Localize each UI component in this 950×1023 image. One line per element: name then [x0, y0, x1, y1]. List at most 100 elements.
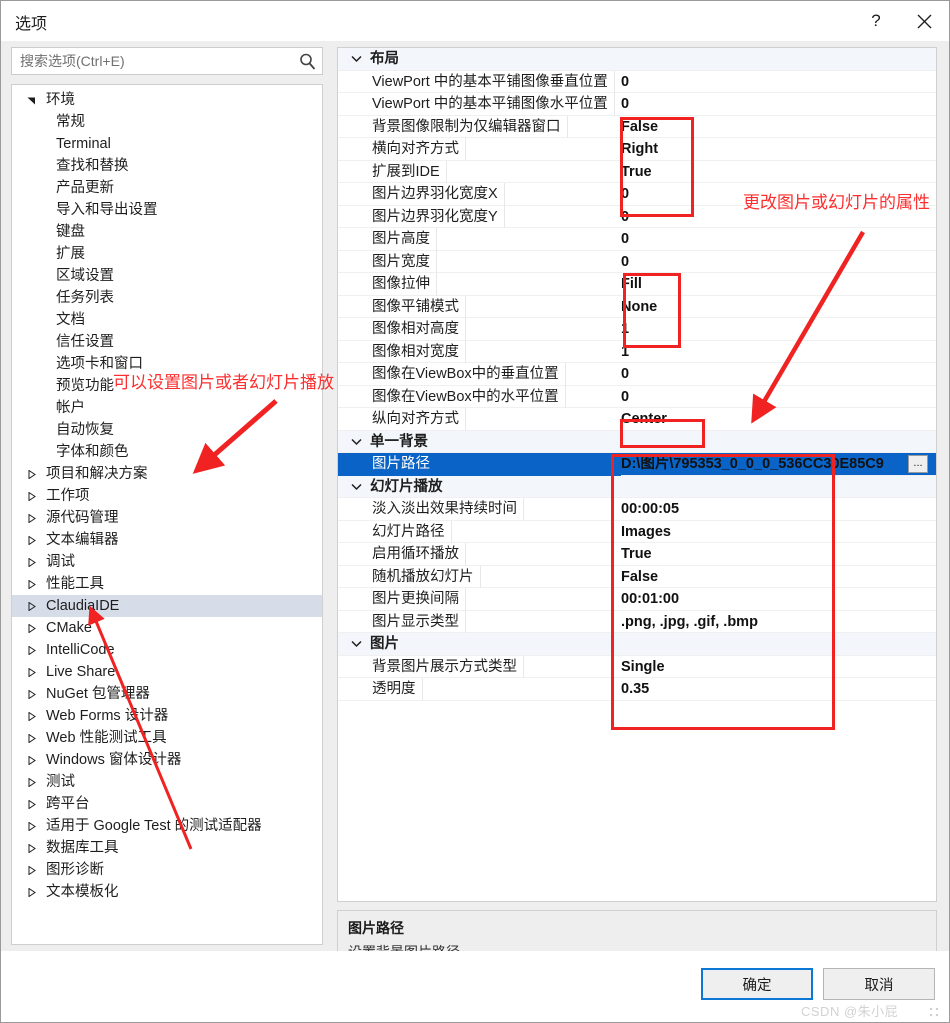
- sidebar-item[interactable]: 预览功能: [12, 375, 322, 397]
- property-value[interactable]: Images: [621, 521, 671, 544]
- sidebar-item[interactable]: 跨平台: [12, 793, 322, 815]
- chevron-right-icon[interactable]: [24, 815, 38, 837]
- property-value[interactable]: 0: [621, 251, 629, 274]
- property-value[interactable]: Right: [621, 138, 658, 161]
- property-row[interactable]: 淡入淡出效果持续时间 00:00:05: [338, 498, 936, 521]
- property-value[interactable]: 0: [621, 71, 629, 94]
- sidebar-item[interactable]: 选项卡和窗口: [12, 353, 322, 375]
- sidebar-item[interactable]: 常规: [12, 111, 322, 133]
- property-row[interactable]: 启用循环播放 True: [338, 543, 936, 566]
- help-icon[interactable]: ?: [853, 1, 899, 41]
- sidebar-item[interactable]: 自动恢复: [12, 419, 322, 441]
- property-value[interactable]: 0.35: [621, 678, 649, 701]
- property-row[interactable]: 图片显示类型 .png, .jpg, .gif, .bmp: [338, 610, 936, 634]
- property-value[interactable]: True: [621, 543, 652, 566]
- property-row[interactable]: 图像在ViewBox中的水平位置 0: [338, 385, 936, 409]
- property-category-row[interactable]: 布局: [338, 48, 936, 71]
- chevron-right-icon[interactable]: [24, 617, 38, 639]
- chevron-right-icon[interactable]: [24, 793, 38, 815]
- property-grid[interactable]: 布局 ViewPort 中的基本平铺图像垂直位置 0 ViewPort 中的基本平铺图…: [337, 47, 937, 902]
- property-row[interactable]: 图片路径 D:\图片\795353_0_0_0_536CC30E85C9...: [338, 453, 936, 476]
- sidebar-item[interactable]: 扩展: [12, 243, 322, 265]
- chevron-down-icon[interactable]: [348, 431, 364, 454]
- chevron-right-icon[interactable]: [24, 463, 38, 485]
- property-value[interactable]: 0: [621, 93, 629, 116]
- property-value[interactable]: 0: [621, 386, 629, 409]
- property-row[interactable]: 幻灯片路径 Images: [338, 520, 936, 544]
- sidebar-item[interactable]: 导入和导出设置: [12, 199, 322, 221]
- property-row[interactable]: 图像在ViewBox中的垂直位置 0: [338, 363, 936, 386]
- sidebar-item[interactable]: 键盘: [12, 221, 322, 243]
- property-value[interactable]: False: [621, 116, 658, 139]
- property-value[interactable]: None: [621, 296, 657, 319]
- property-row[interactable]: 随机播放幻灯片 False: [338, 565, 936, 588]
- property-category-row[interactable]: 单一背景: [338, 430, 936, 454]
- search-box[interactable]: [11, 47, 323, 75]
- property-value[interactable]: Center: [621, 408, 667, 431]
- property-value[interactable]: True: [621, 161, 652, 184]
- sidebar-item[interactable]: 产品更新: [12, 177, 322, 199]
- sidebar-item[interactable]: 项目和解决方案: [12, 463, 322, 485]
- sidebar-item[interactable]: 图形诊断: [12, 859, 322, 881]
- sidebar-item[interactable]: 字体和颜色: [12, 441, 322, 463]
- property-value[interactable]: 00:01:00: [621, 588, 679, 611]
- property-value[interactable]: .png, .jpg, .gif, .bmp: [621, 611, 758, 634]
- search-input[interactable]: [18, 48, 290, 74]
- sidebar-item[interactable]: 工作项: [12, 485, 322, 507]
- chevron-right-icon[interactable]: [24, 529, 38, 551]
- property-row[interactable]: 背景图像限制为仅编辑器窗口 False: [338, 115, 936, 139]
- ok-button[interactable]: 确定: [701, 968, 813, 1000]
- property-row[interactable]: 图像相对高度 1: [338, 318, 936, 341]
- sidebar-item[interactable]: 查找和替换: [12, 155, 322, 177]
- property-row[interactable]: 横向对齐方式 Right: [338, 138, 936, 161]
- sidebar-item[interactable]: 数据库工具: [12, 837, 322, 859]
- chevron-right-icon[interactable]: [24, 727, 38, 749]
- property-row[interactable]: 图像相对宽度 1: [338, 340, 936, 364]
- chevron-down-icon[interactable]: [24, 89, 38, 111]
- sidebar-item[interactable]: 适用于 Google Test 的测试适配器: [12, 815, 322, 837]
- sidebar-item[interactable]: 文本编辑器: [12, 529, 322, 551]
- sidebar-item[interactable]: Terminal: [12, 133, 322, 155]
- sidebar-item[interactable]: 文档: [12, 309, 322, 331]
- sidebar-item[interactable]: 信任设置: [12, 331, 322, 353]
- chevron-right-icon[interactable]: [24, 683, 38, 705]
- property-value[interactable]: 1: [621, 341, 629, 364]
- chevron-right-icon[interactable]: [24, 771, 38, 793]
- chevron-right-icon[interactable]: [24, 595, 38, 617]
- property-value[interactable]: D:\图片\795353_0_0_0_536CC30E85C9: [621, 453, 884, 476]
- property-value[interactable]: 0: [621, 206, 629, 229]
- property-value[interactable]: Single: [621, 656, 665, 679]
- property-row[interactable]: 图片更换间隔 00:01:00: [338, 588, 936, 611]
- sidebar-item[interactable]: 性能工具: [12, 573, 322, 595]
- chevron-right-icon[interactable]: [24, 485, 38, 507]
- property-row[interactable]: 图片高度 0: [338, 228, 936, 251]
- property-row[interactable]: 纵向对齐方式 Center: [338, 408, 936, 431]
- property-row[interactable]: 图片边界羽化宽度X 0: [338, 183, 936, 206]
- sidebar-item[interactable]: 区域设置: [12, 265, 322, 287]
- property-row[interactable]: 图像拉伸 Fill: [338, 273, 936, 296]
- chevron-right-icon[interactable]: [24, 705, 38, 727]
- sidebar-item[interactable]: IntelliCode: [12, 639, 322, 661]
- chevron-right-icon[interactable]: [24, 551, 38, 573]
- sidebar-item[interactable]: NuGet 包管理器: [12, 683, 322, 705]
- property-value[interactable]: 0: [621, 183, 629, 206]
- property-value[interactable]: 00:00:05: [621, 498, 679, 521]
- property-row[interactable]: 图片宽度 0: [338, 250, 936, 274]
- property-category-row[interactable]: 幻灯片播放: [338, 475, 936, 498]
- property-value[interactable]: 0: [621, 363, 629, 386]
- property-value[interactable]: 0: [621, 228, 629, 251]
- sidebar-item[interactable]: Web 性能测试工具: [12, 727, 322, 749]
- browse-ellipsis-button[interactable]: ...: [908, 455, 928, 473]
- chevron-right-icon[interactable]: [24, 881, 38, 903]
- property-value[interactable]: 1: [621, 318, 629, 341]
- sidebar-item[interactable]: 源代码管理: [12, 507, 322, 529]
- chevron-right-icon[interactable]: [24, 573, 38, 595]
- chevron-down-icon[interactable]: [348, 48, 364, 71]
- close-icon[interactable]: [901, 1, 947, 41]
- cancel-button[interactable]: 取消: [823, 968, 935, 1000]
- chevron-right-icon[interactable]: [24, 837, 38, 859]
- sidebar-item[interactable]: Windows 窗体设计器: [12, 749, 322, 771]
- sidebar-item[interactable]: 测试: [12, 771, 322, 793]
- property-row[interactable]: 背景图片展示方式类型 Single: [338, 655, 936, 679]
- sidebar-item[interactable]: ClaudiaIDE: [12, 595, 322, 617]
